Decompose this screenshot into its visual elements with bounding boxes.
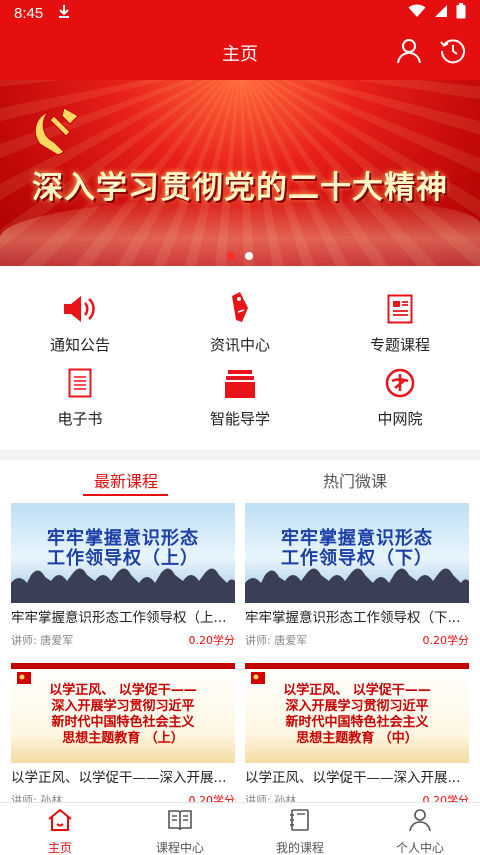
course-credit: 0.20学分 [188, 634, 236, 647]
menu-item-zwy[interactable]: 中网院 [320, 364, 480, 436]
course-title[interactable]: 牢牢掌握意识形态工作领导权（下... [245, 606, 469, 626]
page-title: 主页 [222, 44, 258, 65]
course-teacher: 讲师: 孙林 [11, 794, 63, 802]
carousel-dot-1[interactable] [227, 252, 235, 260]
nav-item-profile[interactable]: 个人中心 [360, 808, 480, 855]
nav-item-label: 课程中心 [155, 841, 204, 855]
course-title[interactable]: 以学正风、以学促干——深入开展... [245, 766, 469, 786]
course-tabs: 最新课程 热门微课 [0, 460, 480, 500]
banner-carousel[interactable]: 深入学习贯彻党的二十大精神 [0, 80, 480, 266]
nav-item-label: 主页 [47, 841, 72, 855]
menu-item-label: 通知公告 [49, 336, 110, 354]
course-teacher: 讲师: 孙林 [245, 794, 297, 802]
crowd-silhouette [11, 568, 235, 603]
stack-icon [225, 364, 255, 398]
tag-icon [228, 290, 252, 324]
course-thumbnail[interactable]: 牢牢掌握意识形态 工作领导权（下） [245, 503, 469, 603]
battery-icon [456, 3, 466, 23]
history-icon[interactable] [440, 38, 466, 68]
home-icon [47, 808, 73, 836]
nav-item-course-center[interactable]: 课程中心 [120, 808, 240, 855]
download-icon [57, 4, 71, 22]
bottom-navigation: 主页 课程中心 我的课程 个人中心 [0, 802, 480, 855]
course-title[interactable]: 牢牢掌握意识形态工作领导权（上... [11, 606, 235, 626]
course-teacher: 讲师: 唐爱军 [245, 634, 308, 647]
thumbnail-text: 以学正风、 以学促干—— 深入开展学习贯彻习近平 新时代中国特色社会主义 思想主… [49, 683, 197, 746]
course-credit: 0.20学分 [422, 794, 470, 802]
tab-hot-microcourses[interactable]: 热门微课 [295, 468, 415, 492]
nav-item-home[interactable]: 主页 [0, 808, 120, 855]
menu-item-label: 中网院 [377, 410, 423, 428]
app-header: 主页 [0, 26, 480, 80]
crowd-silhouette [245, 568, 469, 603]
notebook-icon [287, 808, 313, 836]
menu-item-news[interactable]: 资讯中心 [160, 290, 320, 362]
carousel-indicator [0, 252, 480, 260]
thumbnail-topbar [245, 663, 469, 669]
carousel-dot-2[interactable] [245, 252, 253, 260]
menu-item-label: 电子书 [57, 410, 103, 428]
document-icon [387, 290, 413, 324]
tab-underline [83, 494, 168, 496]
course-card[interactable]: 以学正风、 以学促干—— 深入开展学习贯彻习近平 新时代中国特色社会主义 思想主… [11, 663, 235, 802]
course-card[interactable]: 以学正风、 以学促干—— 深入开展学习贯彻习近平 新时代中国特色社会主义 思想主… [245, 663, 469, 802]
course-title[interactable]: 以学正风、以学促干——深入开展... [11, 766, 235, 786]
ebook-icon [68, 364, 92, 398]
wifi-icon [408, 4, 426, 22]
course-card[interactable]: 牢牢掌握意识形态 工作领导权（上） 牢牢掌握意识形态工作领导权（上... 讲师:… [11, 503, 235, 648]
menu-item-label: 资讯中心 [209, 336, 270, 354]
feature-grid: 通知公告 资讯中心 专题课程 电子书 智能导学 中网院 [0, 266, 480, 450]
speaker-icon [62, 290, 98, 324]
tab-latest-courses[interactable]: 最新课程 [66, 468, 186, 492]
menu-item-guide[interactable]: 智能导学 [160, 364, 320, 436]
course-teacher: 讲师: 唐爱军 [11, 634, 74, 647]
thumbnail-text: 以学正风、 以学促干—— 深入开展学习贯彻习近平 新时代中国特色社会主义 思想主… [283, 683, 431, 746]
status-bar: 8:45 [0, 0, 480, 26]
person-icon [407, 808, 433, 836]
course-card[interactable]: 牢牢掌握意识形态 工作领导权（下） 牢牢掌握意识形态工作领导权（下... 讲师:… [245, 503, 469, 648]
course-thumbnail[interactable]: 牢牢掌握意识形态 工作领导权（上） [11, 503, 235, 603]
menu-item-ebook[interactable]: 电子书 [0, 364, 160, 436]
menu-item-label: 专题课程 [369, 336, 430, 354]
user-icon[interactable] [396, 38, 422, 68]
zwy-logo-icon [385, 364, 415, 398]
course-list: 牢牢掌握意识形态 工作领导权（上） 牢牢掌握意识形态工作领导权（上... 讲师:… [0, 500, 480, 802]
menu-item-topics[interactable]: 专题课程 [320, 290, 480, 362]
course-credit: 0.20学分 [188, 794, 236, 802]
nav-item-label: 个人中心 [395, 841, 444, 855]
nav-item-label: 我的课程 [275, 841, 324, 855]
nav-item-my-courses[interactable]: 我的课程 [240, 808, 360, 855]
thumbnail-topbar [11, 663, 235, 669]
menu-item-label: 智能导学 [209, 410, 270, 428]
signal-icon [434, 4, 448, 22]
course-thumbnail[interactable]: 以学正风、 以学促干—— 深入开展学习贯彻习近平 新时代中国特色社会主义 思想主… [245, 663, 469, 763]
banner-slogan: 深入学习贯彻党的二十大精神 [32, 170, 448, 206]
course-thumbnail[interactable]: 以学正风、 以学促干—— 深入开展学习贯彻习近平 新时代中国特色社会主义 思想主… [11, 663, 235, 763]
book-icon [167, 808, 193, 836]
course-credit: 0.20学分 [422, 634, 470, 647]
menu-item-notice[interactable]: 通知公告 [0, 290, 160, 362]
status-time: 8:45 [14, 4, 44, 22]
